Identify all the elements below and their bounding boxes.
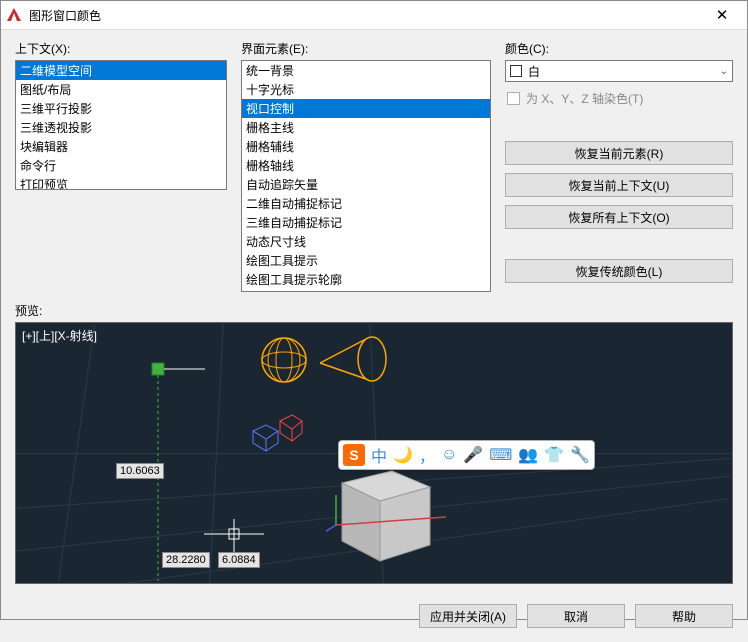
sphere-icon bbox=[254, 335, 314, 385]
context-label: 上下文(X): bbox=[15, 40, 227, 57]
context-item[interactable]: 三维透视投影 bbox=[16, 118, 226, 137]
color-options-dialog: 图形窗口颜色 ✕ 上下文(X): 二维模型空间图纸/布局三维平行投影三维透视投影… bbox=[0, 0, 748, 620]
element-item[interactable]: 十字光标 bbox=[242, 80, 490, 99]
context-item[interactable]: 命令行 bbox=[16, 156, 226, 175]
elements-column: 界面元素(E): 统一背景十字光标视口控制栅格主线栅格辅线栅格轴线自动追踪矢量二… bbox=[241, 40, 491, 292]
color-label: 颜色(C): bbox=[505, 40, 733, 57]
element-item[interactable]: 三维自动捕捉标记 bbox=[242, 213, 490, 232]
element-item[interactable]: 统一背景 bbox=[242, 61, 490, 80]
checkbox-icon bbox=[507, 92, 520, 105]
ime-toolbar[interactable]: S 中 🌙 ， ☺ 🎤 ⌨ 👥 👕 🔧 bbox=[338, 440, 595, 470]
element-item[interactable]: 二维自动捕捉标记 bbox=[242, 194, 490, 213]
element-item[interactable]: 栅格轴线 bbox=[242, 156, 490, 175]
top-row: 上下文(X): 二维模型空间图纸/布局三维平行投影三维透视投影块编辑器命令行打印… bbox=[15, 40, 733, 292]
viewport-hud: [+][上][X-射线] bbox=[22, 327, 97, 344]
dialog-title: 图形窗口颜色 bbox=[29, 7, 701, 24]
ime-shirt-icon[interactable]: 👕 bbox=[544, 445, 564, 465]
ime-moon-icon[interactable]: 🌙 bbox=[393, 445, 413, 465]
element-item[interactable]: 自动追踪矢量 bbox=[242, 175, 490, 194]
cancel-button[interactable]: 取消 bbox=[527, 604, 625, 628]
element-item[interactable]: 设计工具提示背景 bbox=[242, 289, 490, 292]
color-dropdown[interactable]: 白 ⌄ bbox=[505, 60, 733, 82]
axis-tint-checkbox[interactable]: 为 X、Y、Z 轴染色(T) bbox=[507, 90, 733, 107]
ime-user-icon[interactable]: 👥 bbox=[518, 445, 538, 465]
preview-label: 预览: bbox=[15, 302, 733, 319]
context-item[interactable]: 打印预览 bbox=[16, 175, 226, 190]
ime-smile-icon[interactable]: ☺ bbox=[441, 446, 457, 464]
axis-tint-label: 为 X、Y、Z 轴染色(T) bbox=[526, 90, 643, 107]
cone-icon bbox=[314, 331, 394, 391]
context-listbox[interactable]: 二维模型空间图纸/布局三维平行投影三维透视投影块编辑器命令行打印预览 bbox=[15, 60, 227, 190]
titlebar: 图形窗口颜色 ✕ bbox=[1, 1, 747, 30]
ime-wrench-icon[interactable]: 🔧 bbox=[570, 445, 590, 465]
small-cubes bbox=[248, 401, 308, 456]
app-icon bbox=[5, 6, 23, 24]
element-item[interactable]: 绘图工具提示轮廓 bbox=[242, 270, 490, 289]
axis-tripod bbox=[326, 495, 456, 565]
restore-legacy-button[interactable]: 恢复传统颜色(L) bbox=[505, 259, 733, 283]
element-item[interactable]: 栅格辅线 bbox=[242, 137, 490, 156]
color-column: 颜色(C): 白 ⌄ 为 X、Y、Z 轴染色(T) 恢复当前元素(R) 恢复当前… bbox=[505, 40, 733, 292]
color-swatch bbox=[510, 65, 522, 77]
color-name: 白 bbox=[528, 63, 540, 80]
context-column: 上下文(X): 二维模型空间图纸/布局三维平行投影三维透视投影块编辑器命令行打印… bbox=[15, 40, 227, 292]
context-item[interactable]: 块编辑器 bbox=[16, 137, 226, 156]
apply-close-button[interactable]: 应用并关闭(A) bbox=[419, 604, 517, 628]
restore-context-button[interactable]: 恢复当前上下文(U) bbox=[505, 173, 733, 197]
restore-all-button[interactable]: 恢复所有上下文(O) bbox=[505, 205, 733, 229]
elements-label: 界面元素(E): bbox=[241, 40, 491, 57]
context-item[interactable]: 三维平行投影 bbox=[16, 99, 226, 118]
element-item[interactable]: 动态尺寸线 bbox=[242, 232, 490, 251]
close-button[interactable]: ✕ bbox=[701, 1, 743, 29]
context-item[interactable]: 图纸/布局 bbox=[16, 80, 226, 99]
chevron-down-icon: ⌄ bbox=[720, 66, 728, 77]
coord-badge-1: 10.6063 bbox=[116, 463, 164, 479]
ime-keyboard-icon[interactable]: ⌨ bbox=[489, 445, 512, 465]
dialog-footer: 应用并关闭(A) 取消 帮助 bbox=[1, 594, 747, 642]
element-item[interactable]: 绘图工具提示 bbox=[242, 251, 490, 270]
ime-comma-icon[interactable]: ， bbox=[419, 443, 435, 467]
ime-mic-icon[interactable]: 🎤 bbox=[463, 445, 483, 465]
elements-listbox[interactable]: 统一背景十字光标视口控制栅格主线栅格辅线栅格轴线自动追踪矢量二维自动捕捉标记三维… bbox=[241, 60, 491, 292]
coord-badge-3: 6.0884 bbox=[218, 552, 260, 568]
restore-element-button[interactable]: 恢复当前元素(R) bbox=[505, 141, 733, 165]
content: 上下文(X): 二维模型空间图纸/布局三维平行投影三维透视投影块编辑器命令行打印… bbox=[1, 30, 747, 594]
coord-badge-2: 28.2280 bbox=[162, 552, 210, 568]
restore-buttons: 恢复当前元素(R) 恢复当前上下文(U) 恢复所有上下文(O) 恢复传统颜色(L… bbox=[505, 133, 733, 283]
ime-lang[interactable]: 中 bbox=[371, 443, 387, 467]
element-item[interactable]: 视口控制 bbox=[242, 99, 490, 118]
context-item[interactable]: 二维模型空间 bbox=[16, 61, 226, 80]
ime-logo-icon: S bbox=[343, 444, 365, 466]
element-item[interactable]: 栅格主线 bbox=[242, 118, 490, 137]
help-button[interactable]: 帮助 bbox=[635, 604, 733, 628]
